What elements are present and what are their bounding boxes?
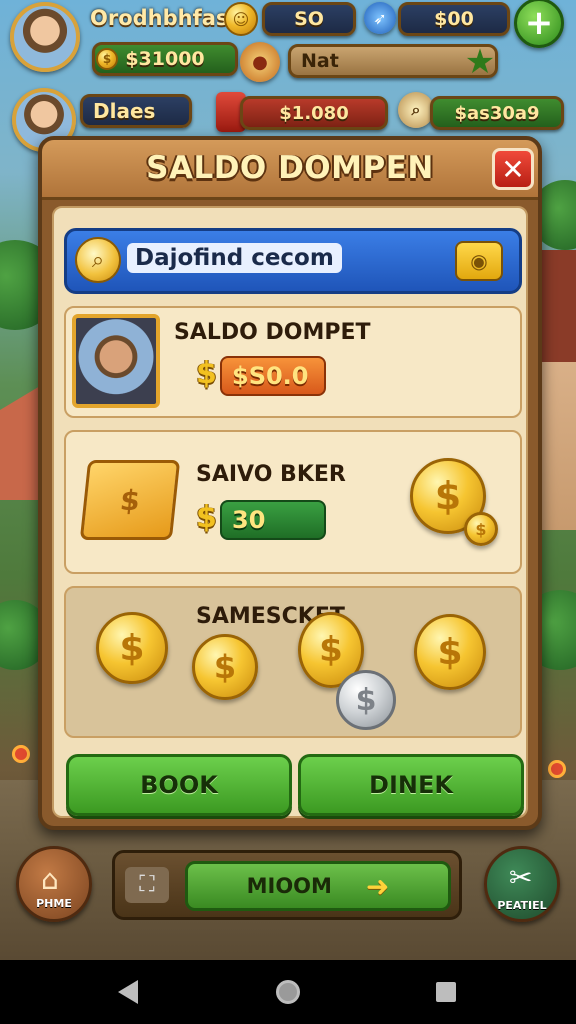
search-bar[interactable]: ⌕ Dajofind cecom ◉ [64, 228, 522, 294]
dollar-icon: $ [196, 356, 217, 391]
home-icon: ⌂ [41, 863, 59, 896]
special-label: PEATIEL [497, 899, 547, 912]
gold-coin-icon: $ [464, 512, 498, 546]
arrow-right-icon: ➜ [365, 869, 390, 903]
stat-pill: $00 [398, 2, 510, 36]
feather-icon: ➶ [364, 2, 396, 34]
card-title: SALDO DOMPET [174, 320, 371, 345]
map-icon[interactable]: ⛶ [125, 867, 169, 903]
special-button[interactable]: ✂ PEATIEL [484, 846, 560, 922]
mioom-button[interactable]: MIOOM ➜ [185, 861, 451, 911]
tools-icon: ✂ [509, 861, 533, 894]
player-avatar[interactable] [10, 2, 80, 72]
smiley-coin-icon: ☺ [224, 2, 258, 36]
search-button[interactable]: ◉ [455, 241, 503, 281]
close-icon[interactable]: ✕ [492, 148, 534, 190]
vault-balance-card: $ SAIVO BKER $ 30 $ $ [64, 430, 522, 574]
value-pill: $as30a9 [430, 96, 564, 130]
friend-name: Dlaes [80, 94, 192, 128]
back-icon[interactable] [118, 980, 138, 1004]
home-button[interactable]: ⌂ PHME [16, 846, 92, 922]
tomato-icon[interactable]: ● [240, 42, 280, 82]
magnifier-icon: ⌕ [398, 92, 434, 128]
avatar [72, 314, 160, 408]
search-icon: ⌕ [75, 237, 121, 283]
dinek-button[interactable]: DINEK [298, 754, 524, 816]
mioom-label: MIOOM [246, 874, 332, 898]
vault-amount: 30 [220, 500, 326, 540]
search-input[interactable]: Dajofind cecom [127, 243, 342, 273]
gold-coin-icon: $ [414, 614, 486, 690]
home-label: PHME [36, 897, 72, 910]
flower [12, 745, 30, 763]
treasure-chest-icon: $ [79, 460, 181, 540]
book-button[interactable]: BOOK [66, 754, 292, 816]
flower [548, 760, 566, 778]
gold-coin-icon: $ [192, 634, 258, 700]
silver-coin-icon: $ [336, 670, 396, 730]
dialog-header: SALDO DOMPEN ✕ [42, 140, 538, 200]
value-pill: $1.080 [240, 96, 388, 130]
card-title: SAIVO BKER [196, 462, 346, 487]
plus-icon[interactable]: + [514, 0, 564, 48]
home-nav-icon[interactable] [276, 980, 300, 1004]
stat-pill: SO [262, 2, 356, 36]
star-icon: ★ [464, 42, 496, 82]
coin-collection-card: SAMESCKET $ $ $ $ $ [64, 586, 522, 738]
dialog-body: ⌕ Dajofind cecom ◉ SALDO DOMPET $ $S0.0 … [52, 206, 528, 818]
player-name: Orodhbhfas [90, 6, 229, 30]
gold-coin-icon: $ [96, 612, 168, 684]
dollar-icon: $ [196, 500, 217, 535]
recents-icon[interactable] [436, 982, 456, 1002]
coin-icon: $ [96, 48, 118, 70]
bottom-panel: ⛶ MIOOM ➜ [112, 850, 462, 920]
wallet-amount: $S0.0 [220, 356, 326, 396]
wallet-dialog: SALDO DOMPEN ✕ ⌕ Dajofind cecom ◉ SALDO … [38, 136, 542, 830]
wallet-balance-card: SALDO DOMPET $ $S0.0 [64, 306, 522, 418]
dialog-title: SALDO DOMPEN [146, 150, 434, 186]
